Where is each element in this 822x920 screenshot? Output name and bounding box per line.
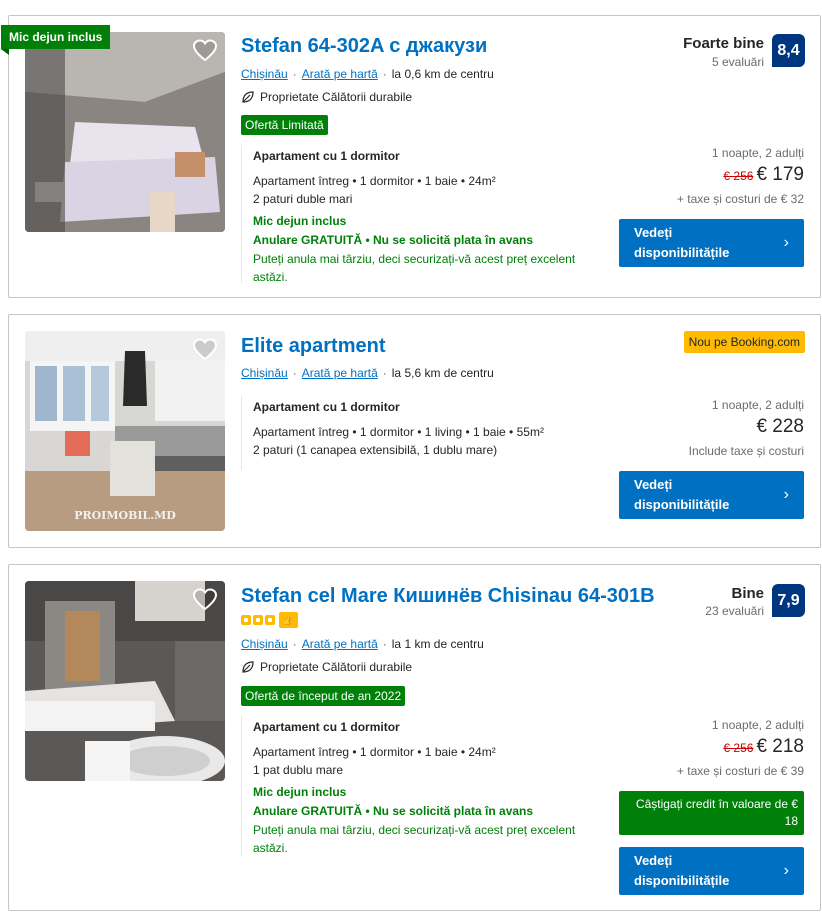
new-property-badge: Nou pe Booking.com [683, 331, 805, 353]
breakfast-ribbon: Mic dejun inclus [1, 25, 111, 55]
location-line: Chișinău · Arată pe hartă · la 0,6 km de cen… [241, 67, 494, 81]
cancellation-note: Puteți anula mai târziu, deci securizați… [253, 823, 576, 855]
breakfast-included: Mic dejun inclus [253, 785, 347, 799]
room-info: Apartament cu 1 dormitor Apartament într… [241, 396, 591, 470]
room-details: Apartament întreg • 1 dormitor • 1 livin… [253, 425, 544, 439]
heart-outline-icon[interactable] [192, 338, 218, 362]
button-label: Vedeți disponibilitățile [634, 477, 730, 512]
chevron-right-icon: › [783, 862, 789, 879]
review-score[interactable]: 7,9 [772, 584, 805, 617]
thumbs-up-plus-icon: 👍 [279, 612, 298, 628]
property-photo[interactable]: PROIMOBIL.MD [25, 331, 225, 531]
distance-text: la 0,6 km de centru [391, 67, 494, 81]
see-availability-button[interactable]: Vedeți disponibilitățile › [619, 847, 804, 895]
city-link[interactable]: Chișinău [241, 366, 288, 380]
stay-duration: 1 noapte, 2 adulți [711, 718, 804, 732]
heart-outline-icon[interactable] [192, 39, 218, 63]
see-availability-button[interactable]: Vedeți disponibilitățile › [619, 471, 804, 519]
free-cancellation: Anulare GRATUITĂ • Nu se solicită plata … [253, 233, 534, 247]
room-info: Apartament cu 1 dormitor Apartament într… [241, 716, 591, 856]
room-details: Apartament întreg • 1 dormitor • 1 baie … [253, 174, 496, 188]
price-display: € 256 € 179 [723, 164, 804, 186]
original-price: € 256 [723, 741, 754, 755]
room-details: Apartament întreg • 1 dormitor • 1 baie … [253, 745, 496, 759]
see-availability-button[interactable]: Vedeți disponibilitățile › [619, 219, 804, 267]
property-photo[interactable] [25, 581, 225, 781]
city-link[interactable]: Chișinău [241, 637, 288, 651]
cancellation-note: Puteți anula mai târziu, deci securizați… [253, 252, 576, 284]
bed-config: 2 paturi duble mari [253, 192, 353, 206]
property-title[interactable]: Stefan cel Mare Кишинёв Chisinau 64-301B [241, 585, 655, 608]
chevron-right-icon: › [783, 234, 789, 251]
room-info: Apartament cu 1 dormitor Apartament într… [241, 145, 591, 284]
review-count: 5 evaluări [711, 55, 764, 69]
current-price: € 228 [756, 416, 804, 437]
property-card: PROIMOBIL.MD Elite apartment Chișinău · Ar… [8, 314, 821, 548]
taxes-note: + taxe și costuri de € 39 [676, 764, 804, 778]
price-display: € 256 € 218 [723, 736, 804, 758]
watermark-text: PROIMOBIL.MD [74, 509, 176, 522]
credit-badge: Câștigați credit în valoare de € 18 [619, 791, 804, 835]
sustainable-label: Proprietate Călătorii durabile [241, 660, 412, 674]
show-on-map-link[interactable]: Arată pe hartă [302, 67, 378, 81]
location-line: Chișinău · Arată pe hartă · la 5,6 km de cen… [241, 366, 494, 380]
review-word: Foarte bine [683, 35, 764, 52]
square-rating-icons: 👍 [241, 612, 298, 628]
current-price: € 218 [756, 736, 804, 757]
review-score[interactable]: 8,4 [772, 34, 805, 67]
free-cancellation: Anulare GRATUITĂ • Nu se solicită plata … [253, 804, 534, 818]
chevron-right-icon: › [783, 486, 789, 503]
price-display: € 228 [756, 416, 804, 438]
breakfast-included: Mic dejun inclus [253, 214, 347, 228]
property-photo[interactable] [25, 32, 225, 232]
review-count: 23 evaluări [705, 604, 764, 618]
deal-badge: Ofertă de început de an 2022 [241, 686, 406, 706]
property-title[interactable]: Elite apartment [241, 335, 385, 358]
original-price: € 256 [723, 169, 754, 183]
location-line: Chișinău · Arată pe hartă · la 1 km de centr… [241, 637, 484, 651]
room-type: Apartament cu 1 dormitor [253, 149, 400, 163]
leaf-icon [242, 661, 254, 673]
show-on-map-link[interactable]: Arată pe hartă [302, 366, 378, 380]
button-label: Vedeți disponibilitățile [634, 853, 730, 888]
sustainable-label: Proprietate Călătorii durabile [241, 90, 412, 104]
property-title[interactable]: Stefan 64-302A с джакузи [241, 35, 487, 58]
city-link[interactable]: Chișinău [241, 67, 288, 81]
bed-config: 1 pat dublu mare [253, 763, 344, 777]
bed-config: 2 paturi (1 canapea extensibilă, 1 dublu… [253, 443, 498, 457]
deal-badge: Ofertă Limitată [241, 115, 328, 135]
stay-duration: 1 noapte, 2 adulți [711, 398, 804, 412]
show-on-map-link[interactable]: Arată pe hartă [302, 637, 378, 651]
distance-text: la 1 km de centru [391, 637, 484, 651]
leaf-icon [242, 91, 254, 103]
distance-text: la 5,6 km de centru [391, 366, 494, 380]
taxes-note: Include taxe și costuri [688, 444, 804, 458]
room-type: Apartament cu 1 dormitor [253, 400, 400, 414]
heart-outline-icon[interactable] [192, 588, 218, 612]
sustainable-text: Proprietate Călătorii durabile [260, 90, 413, 104]
property-card: Mic dejun inclus Stefan 64-302A с джакуз… [1, 15, 821, 298]
taxes-note: + taxe și costuri de € 32 [676, 192, 804, 206]
current-price: € 179 [756, 164, 804, 185]
sustainable-text: Proprietate Călătorii durabile [260, 660, 413, 674]
stay-duration: 1 noapte, 2 adulți [711, 146, 804, 160]
room-type: Apartament cu 1 dormitor [253, 720, 400, 734]
property-card: Stefan cel Mare Кишинёв Chisinau 64-301B… [8, 564, 821, 911]
review-word: Bine [731, 585, 764, 602]
button-label: Vedeți disponibilitățile [634, 225, 730, 260]
